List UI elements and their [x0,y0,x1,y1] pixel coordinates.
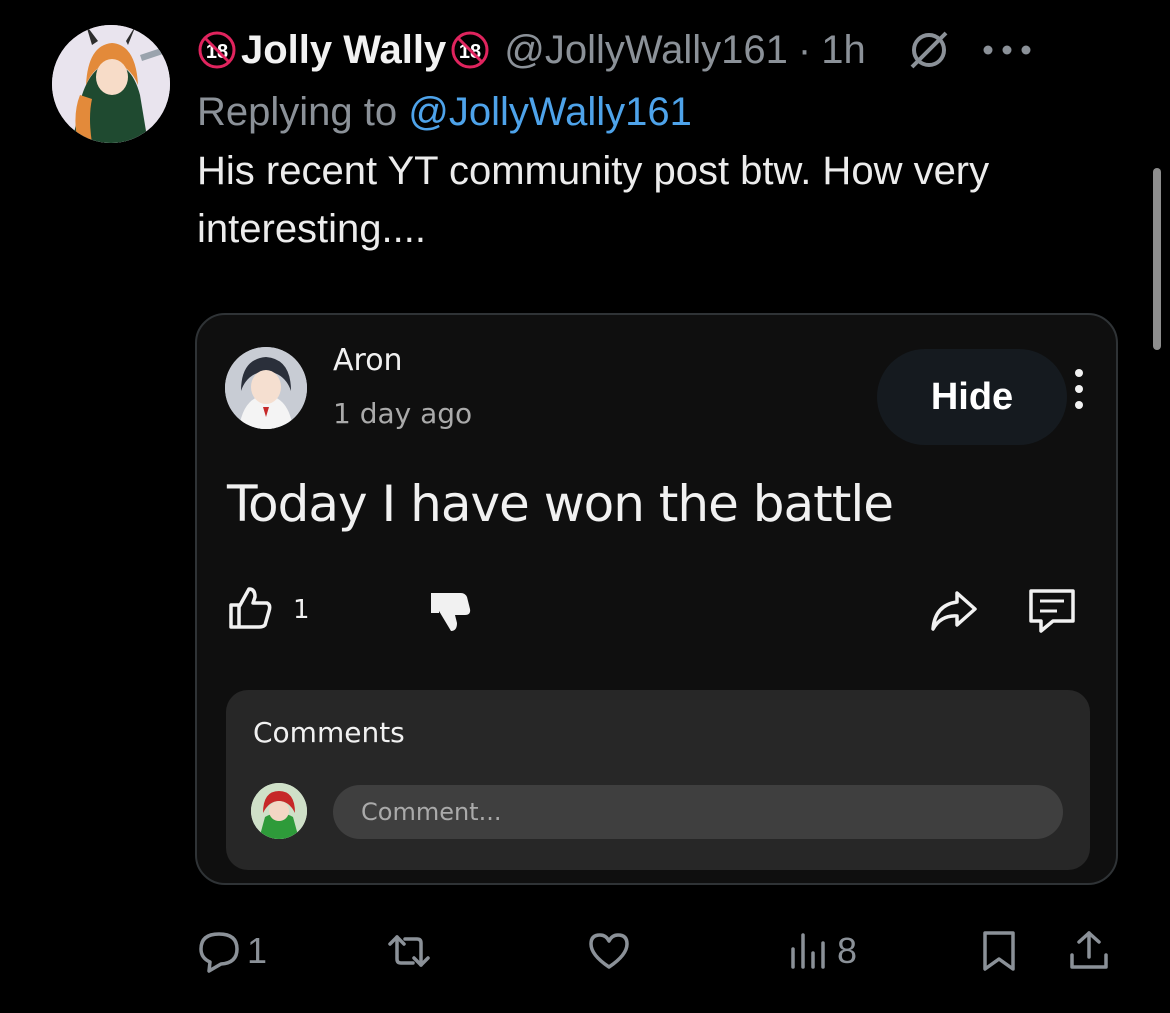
heart-icon [589,933,629,969]
post-time: 1 day ago [333,397,473,430]
tweet: 18 Jolly Wally 18 @JollyWally161 · 1h Re… [197,20,1137,258]
commenter-avatar [251,783,307,839]
separator-dot: · [797,27,812,72]
eighteen-badge-icon: 18 [450,30,490,70]
comments-section: Comments Comment... [226,690,1090,870]
like-count: 1 [293,595,310,625]
display-name[interactable]: Jolly Wally [241,28,446,73]
profile-avatar[interactable] [52,25,170,143]
share-button[interactable] [1067,926,1111,976]
post-actions: 1 [227,583,1087,637]
comments-title: Comments [253,716,405,749]
embedded-image-card[interactable]: Aron 1 day ago Hide Today I have won the… [195,313,1118,885]
tweet-header: 18 Jolly Wally 18 @JollyWally161 · 1h [197,20,1137,80]
author-avatar [225,347,307,429]
reply-icon [199,932,239,973]
author-name: Aron [333,343,403,378]
tweet-action-bar: 1 8 [197,926,1127,976]
views-button[interactable]: 8 [787,926,857,976]
views-chart-icon [791,933,825,969]
comment-input: Comment... [333,785,1063,839]
replying-prefix: Replying to [197,90,409,134]
hide-button: Hide [877,349,1067,445]
kebab-menu-icon [1075,369,1083,409]
share-upload-icon [1070,931,1108,969]
share-arrow-icon [931,591,977,631]
thumbs-up-icon [229,587,272,629]
user-handle[interactable]: @JollyWally161 [504,28,788,73]
comment-bubble-icon [1029,589,1075,633]
reply-button[interactable]: 1 [197,926,267,976]
bookmark-icon [983,931,1015,971]
more-options-icon[interactable] [982,44,1032,56]
grok-icon[interactable] [906,27,952,73]
tweet-time[interactable]: 1h [821,28,866,73]
view-count: 8 [837,930,858,971]
like-button[interactable] [587,926,631,976]
repost-icon [388,935,430,967]
post-text: Today I have won the battle [227,475,894,533]
reply-count: 1 [247,930,268,971]
scrollbar[interactable] [1153,168,1161,350]
repost-button[interactable] [387,926,431,976]
thumbs-down-icon [431,593,471,631]
bookmark-button[interactable] [977,926,1021,976]
eighteen-badge-icon: 18 [197,30,237,70]
replying-mention[interactable]: @JollyWally161 [408,90,692,134]
tweet-text: His recent YT community post btw. How ve… [197,149,990,251]
replying-to: Replying to @JollyWally161 [197,84,1137,140]
